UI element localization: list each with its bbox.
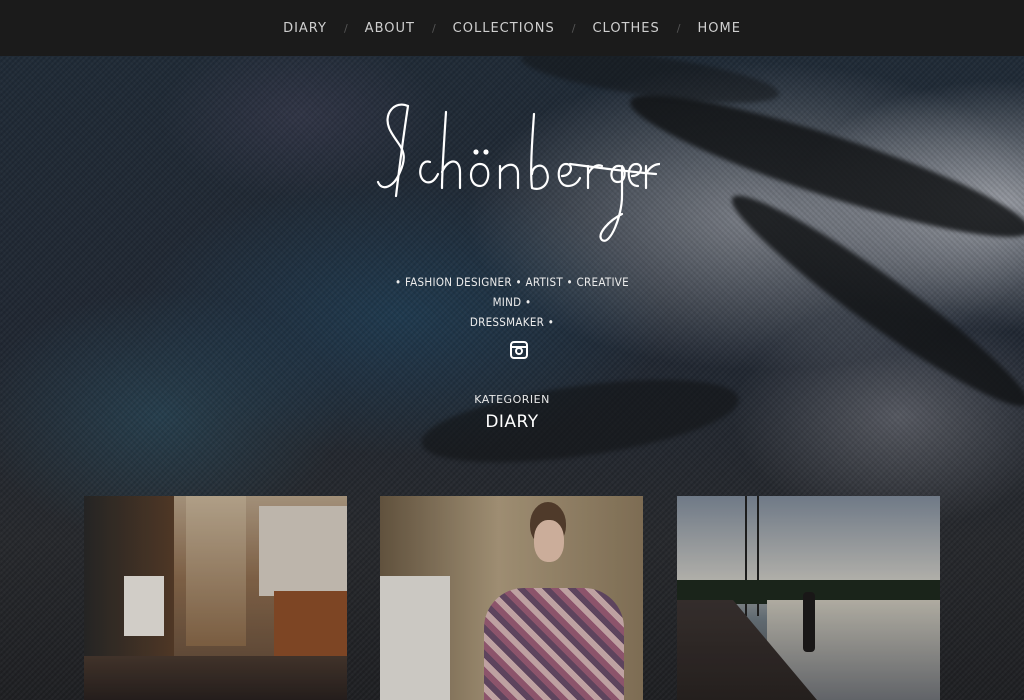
- nav-separator: /: [571, 21, 576, 35]
- nav-item-home[interactable]: HOME: [697, 21, 740, 36]
- nav-separator: /: [431, 21, 436, 35]
- top-navigation: DIARY / ABOUT / COLLECTIONS / CLOTHES / …: [0, 0, 1024, 56]
- brand-logo[interactable]: [370, 92, 660, 262]
- nav-item-about[interactable]: ABOUT: [365, 21, 415, 36]
- post-card-studio[interactable]: [84, 496, 347, 700]
- nav-item-diary[interactable]: DIARY: [283, 21, 327, 36]
- nav-item-clothes[interactable]: CLOTHES: [592, 21, 659, 36]
- tagline-line-1: • FASHION DESIGNER • ARTIST • CREATIVE M…: [394, 275, 630, 309]
- card-overlay: [380, 496, 643, 700]
- card-overlay: [677, 496, 940, 700]
- instagram-icon-lens: [515, 347, 523, 355]
- card-overlay: [84, 496, 347, 700]
- post-card-dressmaker[interactable]: [380, 496, 643, 700]
- tagline-line-2: DRESSMAKER •: [469, 315, 555, 329]
- category-title: DIARY: [485, 412, 539, 432]
- post-card-harbor[interactable]: [677, 496, 940, 700]
- nav-item-collections[interactable]: COLLECTIONS: [453, 21, 555, 36]
- nav-list: DIARY / ABOUT / COLLECTIONS / CLOTHES / …: [283, 21, 741, 36]
- category-label: KATEGORIEN: [474, 393, 550, 406]
- nav-separator: /: [343, 21, 348, 35]
- nav-separator: /: [676, 21, 681, 35]
- tagline: • FASHION DESIGNER • ARTIST • CREATIVE M…: [380, 272, 644, 332]
- instagram-icon[interactable]: [510, 341, 528, 359]
